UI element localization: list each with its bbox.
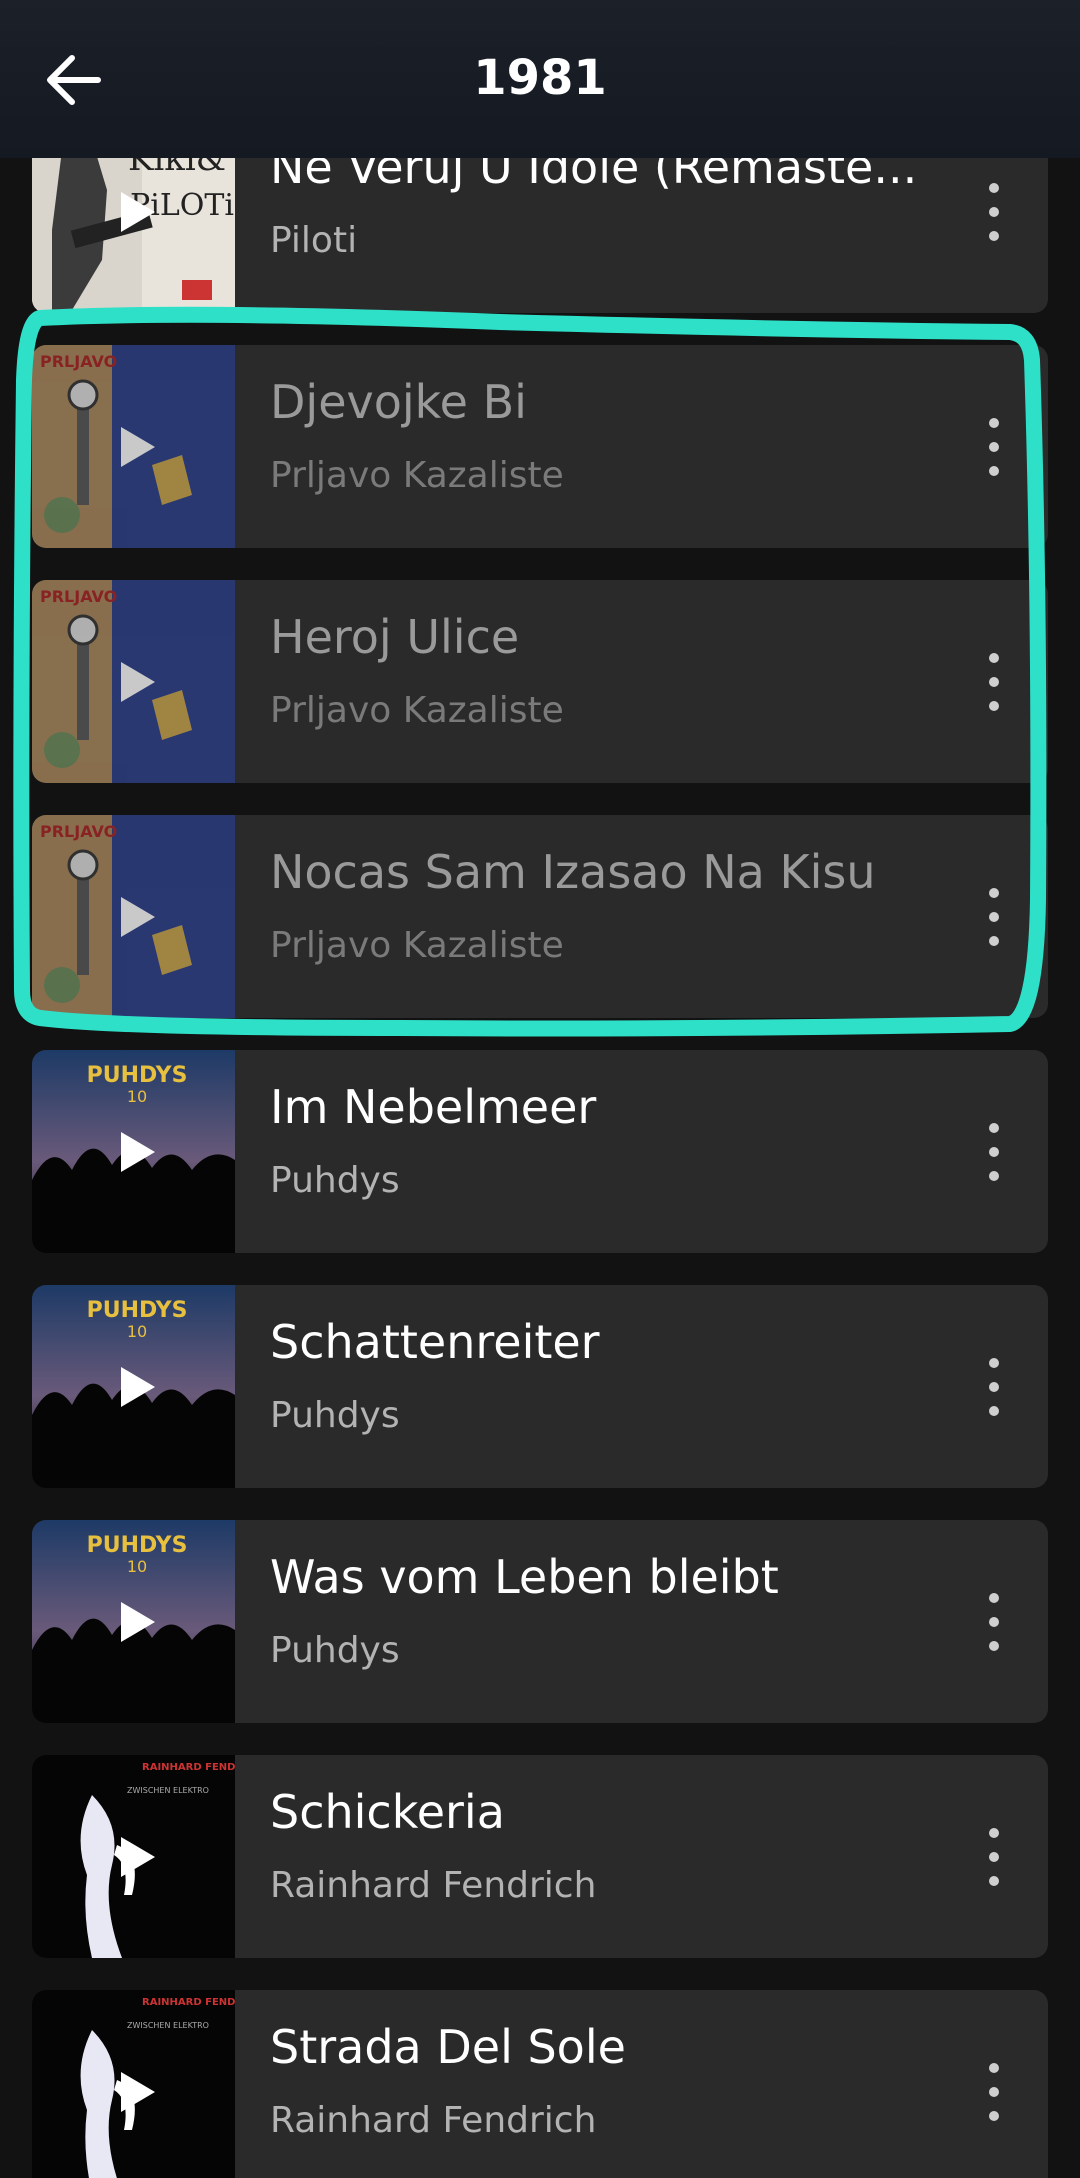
track-title: Im Nebelmeer	[270, 1080, 597, 1134]
more-options-icon[interactable]	[980, 1825, 1008, 1889]
play-icon	[121, 427, 155, 467]
svg-text:PUHDYS: PUHDYS	[87, 1063, 188, 1088]
svg-text:PRLJAVO: PRLJAVO	[40, 587, 117, 606]
play-icon	[121, 897, 155, 937]
play-icon	[121, 1367, 155, 1407]
track-title: Nocas Sam Izasao Na Kisu	[270, 845, 876, 899]
svg-text:10: 10	[127, 1087, 147, 1106]
track-artist: Puhdys	[270, 1160, 400, 1201]
album-cover: PRLJAVO	[32, 815, 235, 1018]
album-cover: RAINHARD FENDRICH ZWISCHEN ELEKTRO	[32, 1990, 235, 2178]
page-title: 1981	[473, 50, 607, 106]
album-cover: PUHDYS 10	[32, 1520, 235, 1723]
album-cover: PUHDYS 10	[32, 1285, 235, 1488]
svg-text:10: 10	[127, 1557, 147, 1576]
track-title: Schickeria	[270, 1785, 505, 1839]
play-icon	[121, 2072, 155, 2112]
svg-text:PRLJAVO: PRLJAVO	[40, 352, 117, 371]
track-row[interactable]: PUHDYS 10 Was vom Leben bleibt Puhdys	[32, 1520, 1048, 1723]
svg-text:10: 10	[127, 1322, 147, 1341]
screen: 1981 Kiki& PiLOTi Ne Veruj U Idole (Rema	[0, 0, 1080, 2178]
play-icon	[121, 1837, 155, 1877]
track-title: Djevojke Bi	[270, 375, 527, 429]
track-row[interactable]: PRLJAVO Djevojke Bi Prljavo Kazaliste	[32, 345, 1048, 548]
more-options-icon[interactable]	[980, 650, 1008, 714]
svg-text:PRLJAVO: PRLJAVO	[40, 822, 117, 841]
track-row[interactable]: PRLJAVO Heroj Ulice Prljavo Kazaliste	[32, 580, 1048, 783]
play-icon	[121, 192, 155, 232]
album-cover: PRLJAVO	[32, 345, 235, 548]
header: 1981	[0, 0, 1080, 158]
track-artist: Prljavo Kazaliste	[270, 690, 564, 731]
album-cover: PUHDYS 10	[32, 1050, 235, 1253]
more-options-icon[interactable]	[980, 180, 1008, 244]
track-artist: Prljavo Kazaliste	[270, 925, 564, 966]
track-artist: Rainhard Fendrich	[270, 2100, 597, 2141]
more-options-icon[interactable]	[980, 1120, 1008, 1184]
more-options-icon[interactable]	[980, 415, 1008, 479]
track-artist: Puhdys	[270, 1630, 400, 1671]
svg-text:PUHDYS: PUHDYS	[87, 1533, 188, 1558]
track-row[interactable]: PUHDYS 10 Schattenreiter Puhdys	[32, 1285, 1048, 1488]
track-title: Strada Del Sole	[270, 2020, 626, 2074]
track-artist: Prljavo Kazaliste	[270, 455, 564, 496]
play-icon	[121, 1602, 155, 1642]
more-options-icon[interactable]	[980, 1590, 1008, 1654]
play-icon	[121, 1132, 155, 1172]
track-row[interactable]: RAINHARD FENDRICH ZWISCHEN ELEKTRO Schic…	[32, 1755, 1048, 1958]
album-cover: PRLJAVO	[32, 580, 235, 783]
track-title: Heroj Ulice	[270, 610, 520, 664]
track-row[interactable]: PUHDYS 10 Im Nebelmeer Puhdys	[32, 1050, 1048, 1253]
track-artist: Puhdys	[270, 1395, 400, 1436]
track-artist: Rainhard Fendrich	[270, 1865, 597, 1906]
track-row[interactable]: PRLJAVO Nocas Sam Izasao Na Kisu Prljavo…	[32, 815, 1048, 1018]
play-icon	[121, 662, 155, 702]
album-cover: RAINHARD FENDRICH ZWISCHEN ELEKTRO	[32, 1755, 235, 1958]
more-options-icon[interactable]	[980, 885, 1008, 949]
track-title: Was vom Leben bleibt	[270, 1550, 779, 1604]
svg-text:RAINHARD FENDRICH: RAINHARD FENDRICH	[142, 1762, 235, 1773]
more-options-icon[interactable]	[980, 2060, 1008, 2124]
svg-text:PUHDYS: PUHDYS	[87, 1298, 188, 1323]
svg-text:ZWISCHEN ELEKTRO: ZWISCHEN ELEKTRO	[127, 2021, 209, 2030]
track-artist: Piloti	[270, 220, 358, 261]
track-row[interactable]: RAINHARD FENDRICH ZWISCHEN ELEKTRO Strad…	[32, 1990, 1048, 2178]
more-options-icon[interactable]	[980, 1355, 1008, 1419]
svg-text:RAINHARD FENDRICH: RAINHARD FENDRICH	[142, 1997, 235, 2008]
track-title: Schattenreiter	[270, 1315, 600, 1369]
svg-text:ZWISCHEN ELEKTRO: ZWISCHEN ELEKTRO	[127, 1786, 209, 1795]
